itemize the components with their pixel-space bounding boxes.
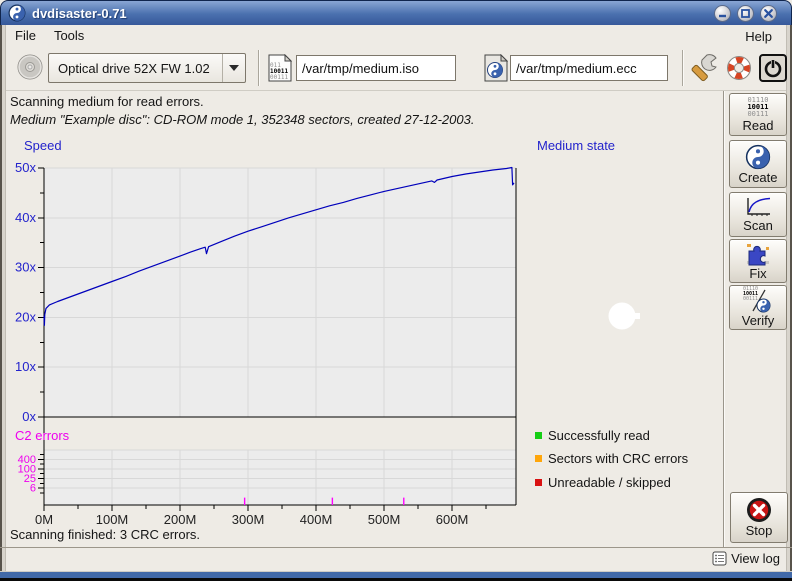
svg-text:400M: 400M bbox=[300, 512, 333, 527]
view-log-icon bbox=[712, 551, 727, 566]
minimize-button[interactable] bbox=[714, 5, 731, 22]
view-log-label: View log bbox=[731, 551, 780, 566]
ecc-file-input[interactable] bbox=[510, 55, 668, 81]
read-button[interactable]: 01110 10011 00111 Read bbox=[729, 93, 787, 136]
toolbar: Optical drive 52X FW 1.02 011 10011 0011… bbox=[6, 46, 786, 91]
scan-chart-icon bbox=[744, 196, 772, 218]
maximize-icon bbox=[740, 8, 751, 19]
svg-text:600M: 600M bbox=[436, 512, 469, 527]
fix-puzzle-icon bbox=[745, 242, 771, 266]
window-title: dvdisaster-0.71 bbox=[32, 6, 127, 21]
verify-icon: 01110 10011 00111 bbox=[743, 287, 773, 313]
drive-selector-value: Optical drive 52X FW 1.02 bbox=[49, 61, 222, 76]
menu-file[interactable]: File bbox=[6, 26, 45, 45]
svg-text:0M: 0M bbox=[35, 512, 53, 527]
app-logo-icon bbox=[8, 4, 26, 22]
svg-text:0x: 0x bbox=[22, 409, 36, 424]
toolbar-separator-2 bbox=[682, 50, 684, 86]
verify-button-label: Verify bbox=[742, 313, 775, 328]
legend-item-ok: Successfully read bbox=[535, 428, 650, 443]
window-border-left bbox=[0, 25, 6, 571]
status-area: Scanning medium for read errors. Medium … bbox=[10, 94, 474, 127]
optical-drive-icon bbox=[16, 53, 44, 81]
app-window: 0x10x20x30x40x50x4001002560M100M200M300M… bbox=[0, 0, 792, 581]
legend-crc-label: Sectors with CRC errors bbox=[548, 451, 688, 466]
iso-image-icon: 011 10011 00111 bbox=[268, 54, 292, 82]
window-border-bottom bbox=[0, 571, 792, 581]
svg-text:20x: 20x bbox=[15, 309, 36, 324]
help-lifebuoy-icon[interactable] bbox=[724, 53, 754, 83]
medium-state-title: Medium state bbox=[537, 138, 615, 153]
svg-text:10x: 10x bbox=[15, 359, 36, 374]
chevron-down-icon bbox=[229, 65, 239, 71]
svg-text:200M: 200M bbox=[164, 512, 197, 527]
legend-item-unreadable: Unreadable / skipped bbox=[535, 475, 671, 490]
stop-icon bbox=[746, 497, 772, 523]
iso-file-input[interactable] bbox=[296, 55, 456, 81]
bottom-bar: View log bbox=[0, 547, 792, 571]
svg-text:50x: 50x bbox=[15, 160, 36, 175]
speed-chart-title: Speed bbox=[24, 138, 62, 153]
read-button-label: Read bbox=[742, 118, 773, 133]
preferences-wrench-icon[interactable] bbox=[690, 52, 720, 84]
legend-ok-label: Successfully read bbox=[548, 428, 650, 443]
c2-errors-title: C2 errors bbox=[15, 428, 69, 443]
stop-button-label: Stop bbox=[746, 523, 773, 538]
titlebar[interactable]: dvdisaster-0.71 bbox=[0, 0, 792, 25]
legend-unreadable-label: Unreadable / skipped bbox=[548, 475, 671, 490]
close-icon bbox=[763, 8, 774, 19]
verify-button[interactable]: 01110 10011 00111 Verify bbox=[729, 285, 787, 330]
legend-red-swatch bbox=[535, 479, 542, 486]
svg-text:30x: 30x bbox=[15, 260, 36, 275]
menu-help[interactable]: Help bbox=[739, 27, 778, 46]
svg-text:6: 6 bbox=[30, 483, 36, 495]
menubar: File Tools Help bbox=[6, 25, 786, 46]
legend-item-crc: Sectors with CRC errors bbox=[535, 451, 688, 466]
drive-selector[interactable]: Optical drive 52X FW 1.02 bbox=[48, 53, 246, 83]
scan-button-label: Scan bbox=[743, 218, 773, 233]
read-icon: 01110 10011 00111 bbox=[747, 97, 768, 118]
legend-green-swatch bbox=[535, 432, 542, 439]
status-line1: Scanning medium for read errors. bbox=[10, 94, 474, 109]
svg-text:300M: 300M bbox=[232, 512, 265, 527]
maximize-button[interactable] bbox=[737, 5, 754, 22]
finish-status-text: Scanning finished: 3 CRC errors. bbox=[10, 527, 200, 542]
create-button[interactable]: Create bbox=[729, 140, 787, 188]
toolbar-separator bbox=[258, 50, 260, 86]
status-line2: Medium "Example disc": CD-ROM mode 1, 35… bbox=[10, 112, 474, 127]
legend-orange-swatch bbox=[535, 455, 542, 462]
view-log-button[interactable]: View log bbox=[712, 551, 780, 566]
fix-button[interactable]: Fix bbox=[729, 239, 787, 283]
sidebar-separator bbox=[723, 91, 725, 547]
create-button-label: Create bbox=[738, 170, 777, 185]
scan-button[interactable]: Scan bbox=[729, 192, 787, 237]
ecc-image-icon bbox=[484, 54, 508, 82]
fix-button-label: Fix bbox=[749, 266, 766, 281]
minimize-icon bbox=[717, 8, 728, 19]
menu-tools[interactable]: Tools bbox=[45, 26, 93, 45]
svg-text:100M: 100M bbox=[96, 512, 129, 527]
stop-button[interactable]: Stop bbox=[730, 492, 788, 543]
quit-power-icon[interactable] bbox=[758, 53, 788, 83]
create-yinyang-icon bbox=[745, 144, 771, 170]
close-button[interactable] bbox=[760, 5, 777, 22]
svg-text:40x: 40x bbox=[15, 210, 36, 225]
drive-selector-arrow[interactable] bbox=[222, 54, 245, 82]
svg-text:500M: 500M bbox=[368, 512, 401, 527]
